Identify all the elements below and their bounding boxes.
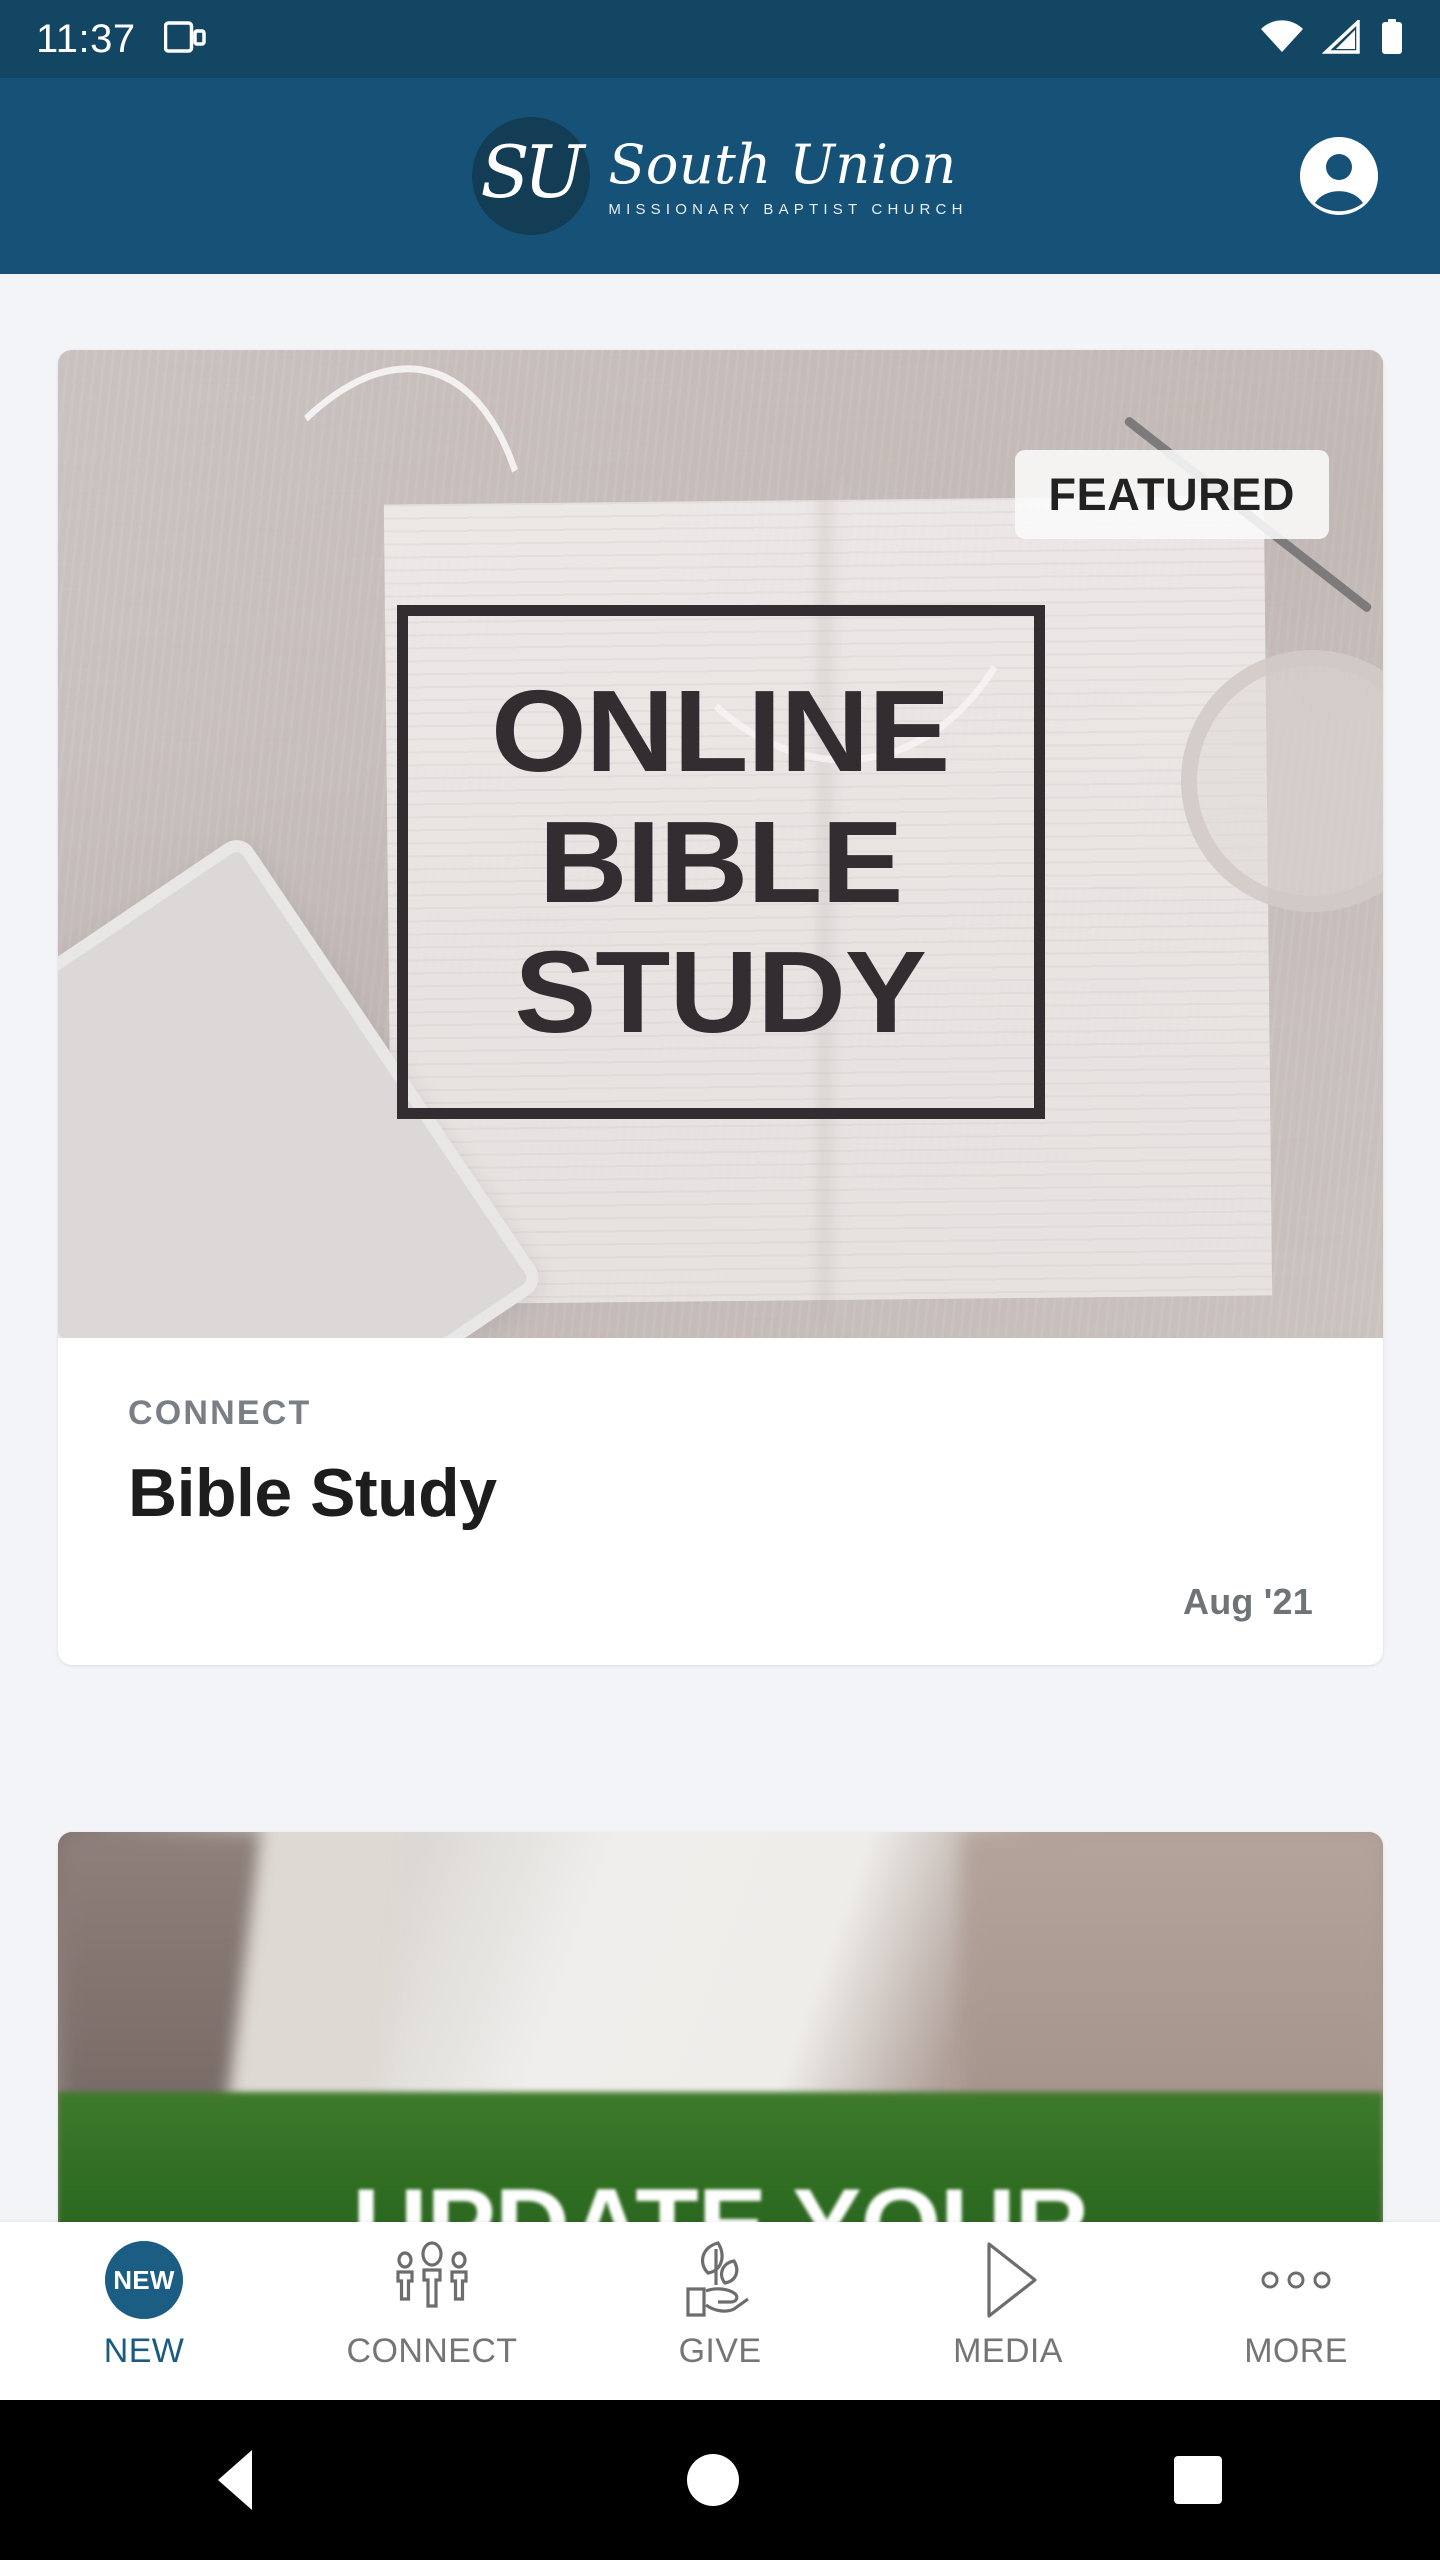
feed-card-featured[interactable]: ONLINE BIBLE STUDY FEATURED CONNECT Bibl… xyxy=(58,350,1383,1665)
card-category-label: CONNECT xyxy=(128,1394,312,1432)
three-dots-icon xyxy=(1261,2271,1331,2289)
logo-monogram-text: SU xyxy=(480,130,584,214)
status-bar: 11:37 xyxy=(0,0,1440,78)
feed-scroll-area[interactable]: ONLINE BIBLE STUDY FEATURED CONNECT Bibl… xyxy=(0,274,1440,2232)
battery-full-icon xyxy=(1380,18,1404,60)
logo-tagline: MISSIONARY BAPTIST CHURCH xyxy=(608,201,968,218)
bottom-tab-bar: NEW NEW CONNECT GIVE MEDIA MORE xyxy=(0,2222,1440,2400)
card-date: Aug '21 xyxy=(1183,1580,1313,1622)
cellular-signal-icon xyxy=(1321,17,1362,59)
tab-connect[interactable]: CONNECT xyxy=(288,2222,576,2368)
church-logo[interactable]: SU South Union MISSIONARY BAPTIST CHURCH xyxy=(472,117,967,235)
image-text-line-2: BIBLE xyxy=(538,796,904,927)
tab-connect-label: CONNECT xyxy=(346,2332,518,2370)
account-button[interactable] xyxy=(1298,135,1380,217)
android-system-nav xyxy=(0,2400,1440,2560)
status-bar-left: 11:37 xyxy=(36,19,206,59)
online-bible-study-title-box: ONLINE BIBLE STUDY xyxy=(396,605,1045,1119)
phone-screen: 11:37 SU South Union MISSIONARY BAPTIST … xyxy=(0,0,1440,2560)
recents-square-icon[interactable] xyxy=(1174,2456,1223,2504)
hand-with-leaves-icon xyxy=(686,2241,749,2317)
back-triangle-icon[interactable] xyxy=(217,2450,252,2510)
tab-more-label: MORE xyxy=(1244,2332,1348,2370)
card-image-update-your: UPDATE YOUR xyxy=(58,1832,1383,2232)
status-time: 11:37 xyxy=(36,17,136,61)
people-group-icon xyxy=(396,2241,468,2308)
new-badge-text: NEW xyxy=(105,2241,183,2319)
tab-new[interactable]: NEW NEW xyxy=(0,2222,288,2368)
card-title: Bible Study xyxy=(128,1455,497,1531)
tab-more[interactable]: MORE xyxy=(1152,2222,1440,2368)
tab-give[interactable]: GIVE xyxy=(576,2222,864,2368)
logo-monogram-circle: SU xyxy=(472,117,591,235)
home-circle-icon[interactable] xyxy=(686,2454,739,2506)
status-bar-right xyxy=(1260,17,1404,60)
image-text-line-1: ONLINE xyxy=(491,665,950,796)
logo-wordmark: South Union MISSIONARY BAPTIST CHURCH xyxy=(608,133,968,219)
card-body: CONNECT Bible Study Aug '21 xyxy=(58,1338,1383,1665)
feed-card-second[interactable]: UPDATE YOUR xyxy=(58,1832,1383,2232)
card-image-bible-study: ONLINE BIBLE STUDY FEATURED xyxy=(58,350,1383,1338)
tab-new-label: NEW xyxy=(103,2332,185,2370)
cast-icon xyxy=(163,20,206,59)
play-triangle-icon xyxy=(987,2242,1037,2318)
image-text-line-3: STUDY xyxy=(514,927,928,1058)
app-header: SU South Union MISSIONARY BAPTIST CHURCH xyxy=(0,78,1440,274)
featured-badge: FEATURED xyxy=(1014,450,1329,539)
logo-name: South Union xyxy=(608,133,957,196)
new-badge-icon: NEW xyxy=(105,2236,183,2324)
wifi-icon xyxy=(1260,19,1304,59)
tab-media-label: MEDIA xyxy=(953,2332,1063,2370)
tab-give-label: GIVE xyxy=(678,2332,762,2370)
account-circle-icon xyxy=(1300,137,1378,215)
tab-media[interactable]: MEDIA xyxy=(864,2222,1152,2368)
